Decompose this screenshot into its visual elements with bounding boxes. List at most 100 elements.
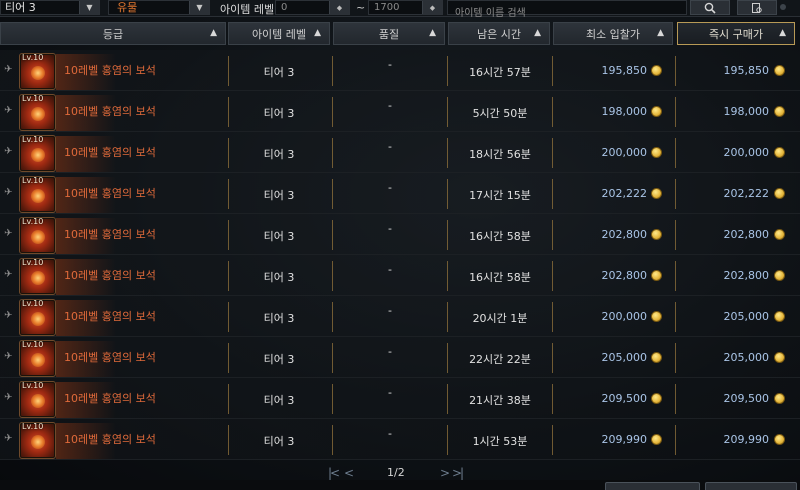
search-button[interactable] [690,0,730,15]
column-divider [675,384,676,414]
column-header-label: 즉시 구매가 [708,27,764,41]
column-divider [447,261,448,291]
sort-arrow-icon: ▲ [429,28,436,38]
gold-coin-icon [774,229,785,240]
pin-icon[interactable]: ✈ [4,433,12,444]
column-header-label: 아이템 레벨 [251,27,307,41]
sort-arrow-icon: ▲ [534,28,541,38]
gold-coin-icon [651,229,662,240]
item-tier: 티어 3 [263,435,295,448]
level-badge: Lv.10 [22,340,44,349]
chevron-down-icon[interactable]: ▼ [189,1,209,14]
gem-icon: Lv.10 [19,176,56,213]
table-row[interactable]: ✈ Lv.10 10레벨 홍염의 보석 티어 3 - 22시간 22분 205,… [0,337,800,378]
column-divider [552,138,553,168]
table-row[interactable]: ✈ Lv.10 10레벨 홍염의 보석 티어 3 - 16시간 58분 202,… [0,255,800,296]
item-name: 10레벨 홍염의 보석 [64,351,156,364]
level-range-separator: ~ [356,1,366,14]
item-name: 10레벨 홍염의 보석 [64,228,156,241]
table-row[interactable]: ✈ Lv.10 10레벨 홍염의 보석 티어 3 - 21시간 38분 209,… [0,378,800,419]
time-left: 5시간 50분 [472,107,528,120]
pin-icon[interactable]: ✈ [4,310,12,321]
table-row[interactable]: ✈ Lv.10 10레벨 홍염의 보석 티어 3 - 20시간 1분 200,0… [0,296,800,337]
column-divider [447,138,448,168]
item-quality: - [388,386,392,399]
gold-coin-icon [651,352,662,363]
column-divider [552,425,553,455]
time-left: 16시간 57분 [469,66,531,79]
item-name: 10레벨 홍염의 보석 [64,433,156,446]
gold-coin-icon [774,106,785,117]
pin-icon[interactable]: ✈ [4,105,12,116]
pin-icon[interactable]: ✈ [4,146,12,157]
pin-icon[interactable]: ✈ [4,187,12,198]
first-page-button[interactable]: |< [328,466,340,480]
min-bid-price: 202,222 [601,187,648,200]
item-quality: - [388,181,392,194]
column-header-label: 등급 [102,27,124,41]
column-header-grade[interactable]: 등급 ▲ [0,22,226,45]
search-input[interactable] [448,7,686,20]
min-bid-price: 209,990 [601,433,648,446]
last-page-button[interactable]: >| [452,466,464,480]
prev-page-button[interactable]: < [344,466,354,480]
column-header-buy-now[interactable]: 즉시 구매가 ▲ [677,22,795,45]
time-left: 20시간 1분 [472,312,528,325]
pin-icon[interactable]: ✈ [4,64,12,75]
item-quality: - [388,263,392,276]
column-divider [675,425,676,455]
chevron-down-icon[interactable]: ▼ [79,1,99,14]
gold-coin-icon [651,65,662,76]
column-divider [332,56,333,86]
category-dropdown-value: 유물 [117,1,138,14]
column-divider [228,343,229,373]
gold-coin-icon [651,270,662,281]
item-quality: - [388,304,392,317]
item-name: 10레벨 홍염의 보석 [64,105,156,118]
gem-icon: Lv.10 [19,381,56,418]
footer-action-button[interactable] [705,482,797,490]
column-divider [332,425,333,455]
item-name: 10레벨 홍염의 보석 [64,187,156,200]
gold-coin-icon [774,352,785,363]
item-name: 10레벨 홍염의 보석 [64,392,156,405]
level-min-input[interactable]: 0 ◆ [275,0,350,15]
gem-icon: Lv.10 [19,94,56,131]
table-row[interactable]: ✈ Lv.10 10레벨 홍염의 보석 티어 3 - 16시간 58분 202,… [0,214,800,255]
gold-coin-icon [774,147,785,158]
pin-icon[interactable]: ✈ [4,228,12,239]
pin-icon[interactable]: ✈ [4,392,12,403]
buy-now-price: 209,500 [723,392,770,405]
category-dropdown[interactable]: 유물 ▼ [108,0,210,15]
table-row[interactable]: ✈ Lv.10 10레벨 홍염의 보석 티어 3 - 17시간 15분 202,… [0,173,800,214]
stepper-icon[interactable]: ◆ [422,1,442,14]
column-header-item-level[interactable]: 아이템 레벨 ▲ [228,22,330,45]
pin-icon[interactable]: ✈ [4,351,12,362]
column-header-min-bid[interactable]: 최소 입찰가 ▲ [553,22,673,45]
stepper-icon[interactable]: ◆ [329,1,349,14]
pin-icon[interactable]: ✈ [4,269,12,280]
level-badge: Lv.10 [22,176,44,185]
level-max-input[interactable]: 1700 ◆ [368,0,443,15]
buy-now-price: 195,850 [723,64,770,77]
column-header-time-left[interactable]: 남은 시간 ▲ [448,22,550,45]
column-divider [552,97,553,127]
gem-core [31,353,45,367]
table-row[interactable]: ✈ Lv.10 10레벨 홍염의 보석 티어 3 - 5시간 50분 198,0… [0,91,800,132]
table-row[interactable]: ✈ Lv.10 10레벨 홍염의 보석 티어 3 - 1시간 53분 209,9… [0,419,800,460]
gem-icon: Lv.10 [19,258,56,295]
tier-dropdown[interactable]: 티어 3 ▼ [0,0,100,15]
column-header-quality[interactable]: 품질 ▲ [333,22,445,45]
column-divider [332,302,333,332]
gem-icon: Lv.10 [19,340,56,377]
gold-coin-icon [651,393,662,404]
search-settings-button[interactable] [737,0,777,15]
column-divider [332,138,333,168]
buy-now-price: 205,000 [723,351,770,364]
next-page-button[interactable]: > [440,466,450,480]
search-field[interactable] [447,0,687,20]
table-row[interactable]: ✈ Lv.10 10레벨 홍염의 보석 티어 3 - 16시간 57분 195,… [0,50,800,91]
time-left: 1시간 53분 [472,435,528,448]
table-row[interactable]: ✈ Lv.10 10레벨 홍염의 보석 티어 3 - 18시간 56분 200,… [0,132,800,173]
footer-action-button[interactable] [605,482,700,490]
